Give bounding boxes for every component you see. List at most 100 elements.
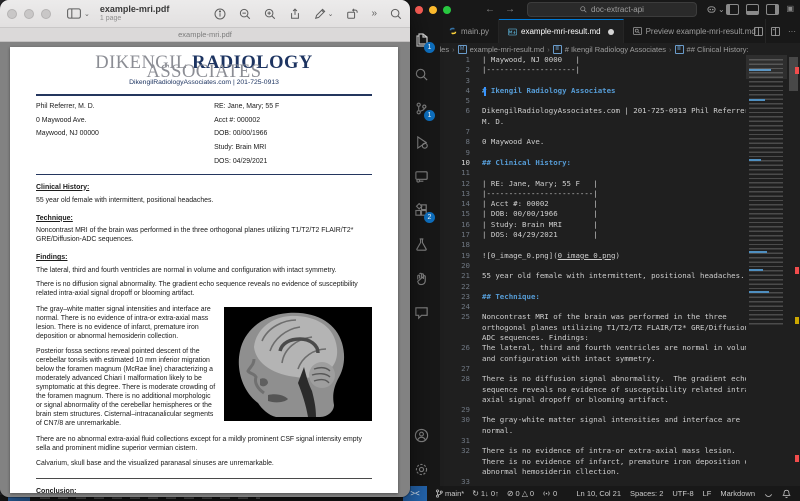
code-line[interactable] [482,477,754,486]
markup-button[interactable]: ⌄ [314,8,334,20]
code-line[interactable]: Noncontrast MRI of the brain was perform… [482,312,754,343]
breadcrumb-item[interactable]: # Ikengil Radiology Associates [565,45,666,54]
tab-example-mri-result-md[interactable]: example-mri-result.md [499,19,624,43]
forward-arrow-icon[interactable]: → [505,0,515,19]
pdf-canvas[interactable]: DIKENGIL RADIOLOGY ASSOCIATES DikengilRa… [0,42,410,497]
code-line[interactable]: | Maywood, NJ 0000 | [482,55,754,65]
markdown-file-icon: M [458,45,467,54]
editor-pane[interactable]: 1| Maywood, NJ 0000 | 2|----------------… [440,55,800,486]
code-line-image-link[interactable]: ![0_image_0.png](0_image_0.png) [482,251,754,261]
markup-pencil-icon [314,8,326,20]
code-line[interactable] [482,261,754,271]
info-icon[interactable] [214,8,226,20]
code-line[interactable] [482,405,754,415]
encoding[interactable]: UTF-8 [672,489,693,498]
preview-window: ⌄ example-mri.pdf 1 page ⌄ » example-mri… [0,0,410,497]
search-icon[interactable] [390,8,402,20]
code-line[interactable]: DikengilRadiologyAssociates.com | 201-72… [482,106,754,127]
minimap[interactable] [746,55,787,486]
open-changes-icon[interactable] [771,27,780,36]
vscode-window: ← → doc-extract-api ⌄ ▣ main.py example-… [403,0,800,501]
sidebar-toggle-button[interactable]: ⌄ [67,8,90,19]
minimize-button[interactable] [24,9,34,19]
code-line[interactable] [482,436,754,446]
code-line[interactable] [482,76,754,86]
modified-dot-icon[interactable] [608,29,614,35]
toggle-panel-button[interactable] [746,4,759,15]
editor-scrollbar[interactable] [787,55,800,486]
code-line-heading[interactable]: ## Clinical History: [482,158,754,168]
copilot-menu[interactable]: ⌄ [707,5,725,14]
customize-layout-button[interactable]: ▣ [786,4,794,13]
minimap-heading-mark [749,159,761,161]
tab-preview-example-mri-result-md[interactable]: Preview example-mri-result.md [624,19,766,43]
vscode-titlebar: ← → doc-extract-api ⌄ ▣ [403,0,800,19]
cursor-position[interactable]: Ln 10, Col 21 [576,489,621,498]
more-toolbar-items-icon[interactable]: » [371,8,377,19]
toggle-secondary-sidebar-button[interactable] [766,4,779,15]
chevron-right-icon: › [669,45,672,54]
code-line[interactable]: | Study: Brain MRI | [482,220,754,230]
code-line[interactable] [482,364,754,374]
code-line[interactable]: | RE: Jane, Mary; 55 F | [482,179,754,189]
close-button[interactable] [7,9,17,19]
breadcrumb-item[interactable]: ## Clinical History: [687,45,749,54]
referrer-address-1: 0 Maywood Ave. [36,114,214,128]
code-line[interactable]: |------------------------| [482,189,754,199]
breadcrumb[interactable]: examples › M example-mri-result.md › ≣ #… [403,43,800,55]
code-line[interactable]: | Acct #: 00002 | [482,199,754,209]
scrollbar-thumb[interactable] [789,57,798,91]
more-actions-icon[interactable]: ··· [788,27,796,36]
zoom-in-icon[interactable] [264,8,276,20]
code-line[interactable]: 55 year old female with intermittent, po… [482,271,754,281]
minimap-slider[interactable] [746,55,787,79]
share-icon[interactable] [289,8,301,20]
split-editor-icon[interactable] [754,27,763,36]
code-line[interactable]: |--------------------| [482,65,754,75]
eol[interactable]: LF [703,489,712,498]
ports-status[interactable]: 0 [542,489,557,498]
code-line-heading[interactable]: # Ikengil Radiology Associates [482,86,754,96]
branch-status[interactable]: main* [435,489,464,498]
maximize-button[interactable] [443,6,451,14]
preview-tab-bar[interactable]: example-mri.pdf [0,28,410,42]
code-line[interactable]: The lateral, third and fourth ventricles… [482,343,754,364]
code-line[interactable]: The gray-white matter signal intensities… [482,415,754,436]
background-statusbar-items [40,497,260,499]
zoom-button[interactable] [41,9,51,19]
code-line[interactable] [482,127,754,137]
code-line[interactable] [482,302,754,312]
breadcrumb-item[interactable]: example-mri-result.md [470,45,545,54]
tab-main-py[interactable]: main.py [440,19,499,43]
indentation[interactable]: Spaces: 2 [630,489,663,498]
code-line[interactable] [482,168,754,178]
language-mode[interactable]: Markdown [720,489,755,498]
code-line[interactable]: 0 Maywood Ave. [482,137,754,147]
back-arrow-icon[interactable]: ← [485,0,495,19]
code-line[interactable]: There is no evidence of intra-or extra-a… [482,446,754,477]
image-link[interactable]: 0_image_0.png [558,251,616,260]
close-button[interactable] [415,6,423,14]
notifications-bell-icon[interactable] [782,489,791,499]
clinical-history-body: 55 year old female with intermittent, po… [36,197,372,206]
code-line[interactable] [482,282,754,292]
code-line[interactable]: There is no diffusion signal abnormality… [482,374,754,405]
code-line[interactable] [482,148,754,158]
code-line[interactable] [482,96,754,106]
sync-status[interactable]: ↻ 1↓ 0↑ [472,486,499,501]
code-line[interactable]: | DOS: 04/29/2021 | [482,230,754,240]
code-line[interactable] [482,240,754,250]
code-line[interactable]: | DOB: 00/00/1966 | [482,209,754,219]
zoom-out-icon[interactable] [239,8,251,20]
command-center[interactable]: doc-extract-api [527,2,697,17]
minimize-button[interactable] [429,6,437,14]
gutter-change-indicator [484,87,486,96]
rotate-icon[interactable] [346,8,358,20]
problems-status[interactable]: ⊘ 0 △ 0 [507,486,534,501]
toggle-primary-sidebar-button[interactable] [726,4,739,15]
feedback-icon[interactable] [764,489,773,498]
patient-re: RE: Jane, Mary; 55 F [214,100,372,114]
letterhead: DIKENGIL RADIOLOGY ASSOCIATES [36,59,372,77]
code-line-heading[interactable]: ## Technique: [482,292,754,302]
minimap-heading-mark [749,251,767,253]
